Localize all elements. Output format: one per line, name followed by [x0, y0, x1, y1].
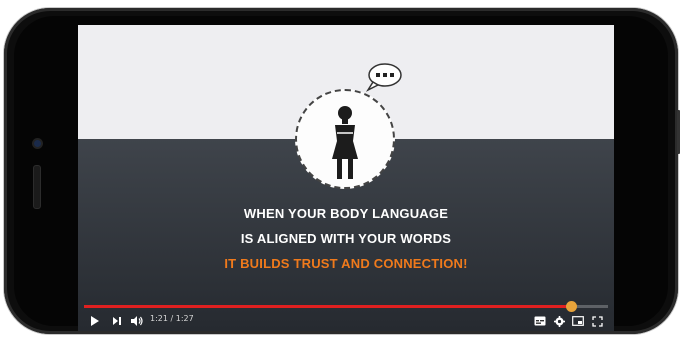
earpiece-speaker	[33, 165, 41, 209]
video-player[interactable]: WHEN YOUR BODY LANGUAGE IS ALIGNED WITH …	[78, 25, 614, 331]
settings-button[interactable]	[554, 315, 565, 327]
side-button	[677, 110, 680, 154]
volume-button[interactable]	[130, 315, 144, 327]
person-illustration	[295, 89, 395, 189]
front-camera	[34, 140, 41, 147]
caption-text: WHEN YOUR BODY LANGUAGE IS ALIGNED WITH …	[78, 201, 614, 276]
subtitles-icon	[534, 316, 546, 326]
woman-figure-icon	[332, 106, 358, 179]
caption-line-2: IS ALIGNED WITH YOUR WORDS	[240, 231, 452, 246]
caption-line-1: WHEN YOUR BODY LANGUAGE	[243, 206, 449, 221]
speech-bubble-icon	[365, 63, 402, 92]
fullscreen-icon	[592, 315, 603, 327]
next-icon	[113, 317, 121, 325]
fullscreen-button[interactable]	[592, 315, 603, 327]
progress-fill	[84, 305, 572, 308]
time-display: 1:21 / 1:27	[150, 314, 194, 323]
caption-line-3: IT BUILDS TRUST AND CONNECTION!	[224, 256, 468, 271]
play-icon	[91, 316, 99, 326]
miniplayer-button[interactable]	[572, 315, 584, 327]
subtitles-button[interactable]	[534, 315, 546, 327]
miniplayer-icon	[572, 316, 584, 326]
volume-icon	[131, 316, 143, 326]
progress-handle[interactable]	[566, 301, 578, 312]
play-button[interactable]	[90, 315, 100, 327]
player-controls: 1:21 / 1:27	[78, 301, 614, 331]
progress-bar[interactable]	[84, 301, 608, 312]
settings-icon	[554, 315, 565, 327]
next-button[interactable]	[112, 315, 122, 327]
